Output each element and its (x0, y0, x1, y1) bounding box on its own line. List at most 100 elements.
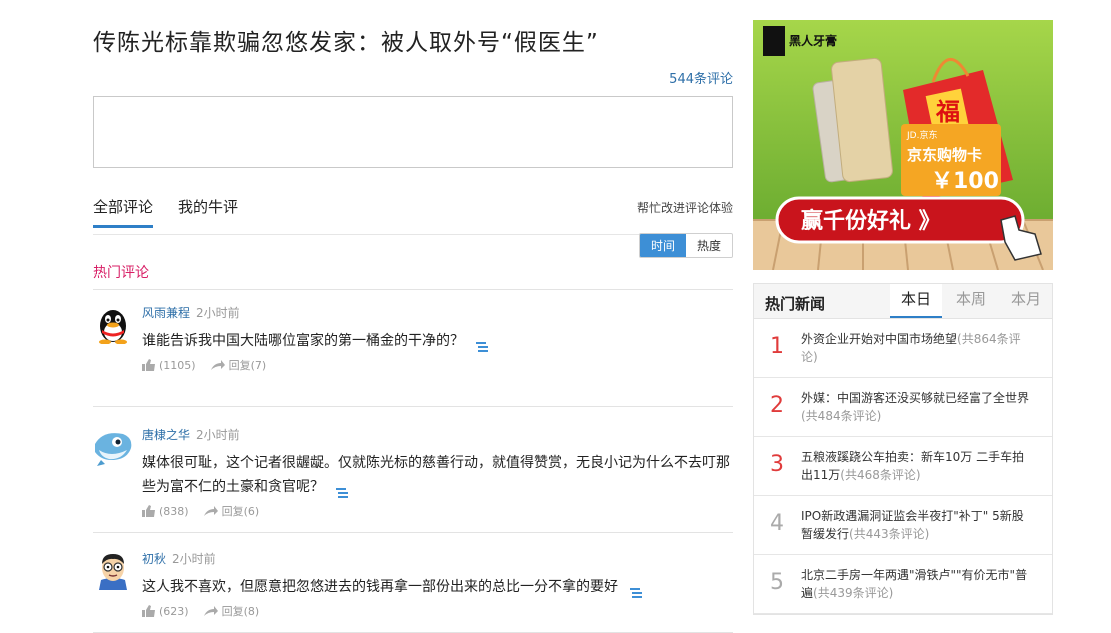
comment-body: 唐棣之华 2小时前 媒体很可耻，这个记者很龌龊。仅就陈光标的慈善行动，就值得赞赏，… (142, 426, 733, 519)
comment-count-link[interactable]: 544条评论 (669, 72, 733, 87)
news-comment-count: (共443条评论) (849, 527, 930, 541)
comment-actions: (838) 回复 (6) (142, 503, 733, 519)
hot-comments-label: 热门评论 (93, 265, 149, 281)
thumbs-up-icon (142, 505, 155, 517)
news-comment-count: (共484条评论) (801, 409, 882, 423)
comment-time: 2小时前 (172, 552, 216, 566)
list-menu-icon[interactable] (476, 336, 488, 352)
tab-week[interactable]: 本周 (945, 284, 997, 316)
list-menu-icon[interactable] (630, 582, 642, 598)
comment-item: 初秋 2小时前 这人我不喜欢，但愿意把忽悠进去的钱再拿一部份出来的总比一分不拿的要… (93, 532, 733, 633)
comment-item: 唐棣之华 2小时前 媒体很可耻，这个记者很龌龊。仅就陈光标的慈善行动，就值得赞赏，… (93, 406, 733, 533)
avatar[interactable] (93, 550, 133, 590)
comment-text: 这人我不喜欢，但愿意把忽悠进去的钱再拿一部份出来的总比一分不拿的要好 (142, 575, 733, 599)
comment-text-content: 这人我不喜欢，但愿意把忽悠进去的钱再拿一部份出来的总比一分不拿的要好 (142, 579, 618, 595)
like-count: (623) (159, 604, 189, 618)
news-text: IPO新政遇漏洞证监会半夜打"补丁" 5新股暂缓发行(共443条评论) (801, 507, 1030, 543)
news-item[interactable]: 5 北京二手房一年两遇"滑铁卢""有价无市"普遍(共439条评论) (754, 555, 1052, 614)
comment-meta: 初秋 2小时前 (142, 550, 733, 567)
news-headline[interactable]: 外资企业开始对中国市场绝望 (801, 332, 957, 346)
news-comment-count: (共468条评论) (840, 468, 921, 482)
main-column: 传陈光标靠欺骗忽悠发家：被人取外号“假医生” 544条评论 全部评论 我的牛评 … (93, 20, 733, 633)
reply-count: (7) (250, 358, 267, 372)
hot-news-panel: 热门新闻 本日 本周 本月 1 外资企业开始对中国市场绝望(共864条评论) 2… (753, 283, 1053, 615)
tab-my-comments[interactable]: 我的牛评 (178, 196, 238, 225)
comment-text-content: 谁能告诉我中国大陆哪位富家的第一桶金的干净的？ (142, 333, 464, 349)
list-menu-icon[interactable] (336, 482, 348, 498)
like-button[interactable]: (1105) (142, 359, 196, 372)
hot-news-header: 热门新闻 本日 本周 本月 (754, 283, 1052, 319)
comment-text: 媒体很可耻，这个记者很龌龊。仅就陈光标的慈善行动，就值得赞赏，无良小记为什么不去… (142, 451, 733, 499)
hot-news-title: 热门新闻 (765, 295, 826, 313)
news-item[interactable]: 2 外媒：中国游客还没买够就已经富了全世界 (共484条评论) (754, 378, 1052, 437)
ad-jd-logo: JD.京东 (906, 129, 937, 141)
tab-today[interactable]: 本日 (890, 284, 942, 318)
reply-label: 回复 (228, 359, 251, 372)
ad-banner[interactable]: 黑人牙膏 福 JD.京东 京东购物卡 ￥100 赢千份好礼 》 (753, 20, 1053, 270)
reply-arrow-icon (210, 360, 225, 370)
comment-actions: (623) 回复 (8) (142, 603, 733, 619)
divider (93, 289, 733, 290)
like-count: (1105) (159, 358, 196, 372)
sort-by-heat-button[interactable]: 热度 (686, 234, 732, 257)
ad-cta: 赢千份好礼 》 (801, 208, 941, 234)
reply-count: (8) (243, 604, 260, 618)
news-rank: 2 (770, 393, 784, 418)
reply-arrow-icon (203, 506, 218, 516)
comment-actions: (1105) 回复 (7) (142, 357, 733, 373)
comment-meta: 唐棣之华 2小时前 (142, 426, 733, 443)
comment-input[interactable] (93, 96, 733, 168)
reply-label: 回复 (221, 605, 244, 618)
tab-month[interactable]: 本月 (1000, 284, 1052, 316)
comment-time: 2小时前 (196, 428, 240, 442)
tab-all-comments[interactable]: 全部评论 (93, 196, 154, 228)
avatar[interactable] (93, 304, 133, 345)
comment-meta: 风雨兼程 2小时前 (142, 304, 733, 321)
news-item[interactable]: 1 外资企业开始对中国市场绝望(共864条评论) (754, 319, 1052, 378)
news-rank: 4 (770, 511, 784, 536)
avatar[interactable] (93, 426, 133, 466)
news-item[interactable]: 3 五粮液蹊跷公车拍卖：新车10万 二手车拍出11万(共468条评论) (754, 437, 1052, 496)
news-headline[interactable]: 外媒：中国游客还没买够就已经富了全世界 (801, 391, 1029, 405)
username[interactable]: 风雨兼程 (142, 306, 190, 320)
like-button[interactable]: (838) (142, 505, 189, 518)
like-count: (838) (159, 504, 189, 518)
like-button[interactable]: (623) (142, 605, 189, 618)
news-text: 北京二手房一年两遇"滑铁卢""有价无市"普遍(共439条评论) (801, 566, 1030, 602)
news-text: 五粮液蹊跷公车拍卖：新车10万 二手车拍出11万(共468条评论) (801, 448, 1030, 484)
comment-tabs: 全部评论 我的牛评 帮忙改进评论体验 (93, 196, 733, 235)
ad-card-name: 京东购物卡 (907, 146, 982, 164)
reply-button[interactable]: 回复 (8) (203, 603, 260, 619)
reply-button[interactable]: 回复 (7) (210, 357, 267, 373)
sidebar: 黑人牙膏 福 JD.京东 京东购物卡 ￥100 赢千份好礼 》 热门新闻 本日 … (753, 20, 1053, 615)
ad-amount: ￥100 (931, 169, 999, 194)
comment-text: 谁能告诉我中国大陆哪位富家的第一桶金的干净的？ (142, 329, 733, 353)
news-rank: 5 (770, 570, 784, 595)
thumbs-up-icon (142, 359, 155, 371)
news-rank: 1 (770, 334, 784, 359)
comment-body: 风雨兼程 2小时前 谁能告诉我中国大陆哪位富家的第一桶金的干净的？ (1105) … (142, 304, 733, 373)
news-item[interactable]: 4 IPO新政遇漏洞证监会半夜打"补丁" 5新股暂缓发行(共443条评论) (754, 496, 1052, 555)
reply-arrow-icon (203, 606, 218, 616)
reply-button[interactable]: 回复 (6) (203, 503, 260, 519)
username[interactable]: 唐棣之华 (142, 428, 190, 442)
ad-brand: 黑人牙膏 (789, 33, 837, 48)
comment-text-content: 媒体很可耻，这个记者很龌龊。仅就陈光标的慈善行动，就值得赞赏，无良小记为什么不去… (142, 455, 730, 495)
article-title: 传陈光标靠欺骗忽悠发家：被人取外号“假医生” (93, 30, 599, 56)
news-text: 外资企业开始对中国市场绝望(共864条评论) (801, 330, 1030, 366)
news-rank: 3 (770, 452, 784, 477)
sort-toggle: 时间 热度 (639, 233, 733, 258)
news-comment-count: (共439条评论) (813, 586, 894, 600)
comment-item: 风雨兼程 2小时前 谁能告诉我中国大陆哪位富家的第一桶金的干净的？ (1105) … (93, 304, 733, 407)
feedback-link[interactable]: 帮忙改进评论体验 (637, 199, 733, 216)
username[interactable]: 初秋 (142, 552, 166, 566)
reply-label: 回复 (221, 505, 244, 518)
comment-body: 初秋 2小时前 这人我不喜欢，但愿意把忽悠进去的钱再拿一部份出来的总比一分不拿的要… (142, 550, 733, 619)
comment-count-row: 544条评论 (93, 68, 733, 90)
comment-time: 2小时前 (196, 306, 240, 320)
reply-count: (6) (243, 504, 260, 518)
ad-fu-char: 福 (935, 98, 960, 126)
sort-by-time-button[interactable]: 时间 (640, 234, 686, 257)
news-text: 外媒：中国游客还没买够就已经富了全世界 (共484条评论) (801, 389, 1030, 425)
brand-logo-icon (763, 26, 785, 56)
